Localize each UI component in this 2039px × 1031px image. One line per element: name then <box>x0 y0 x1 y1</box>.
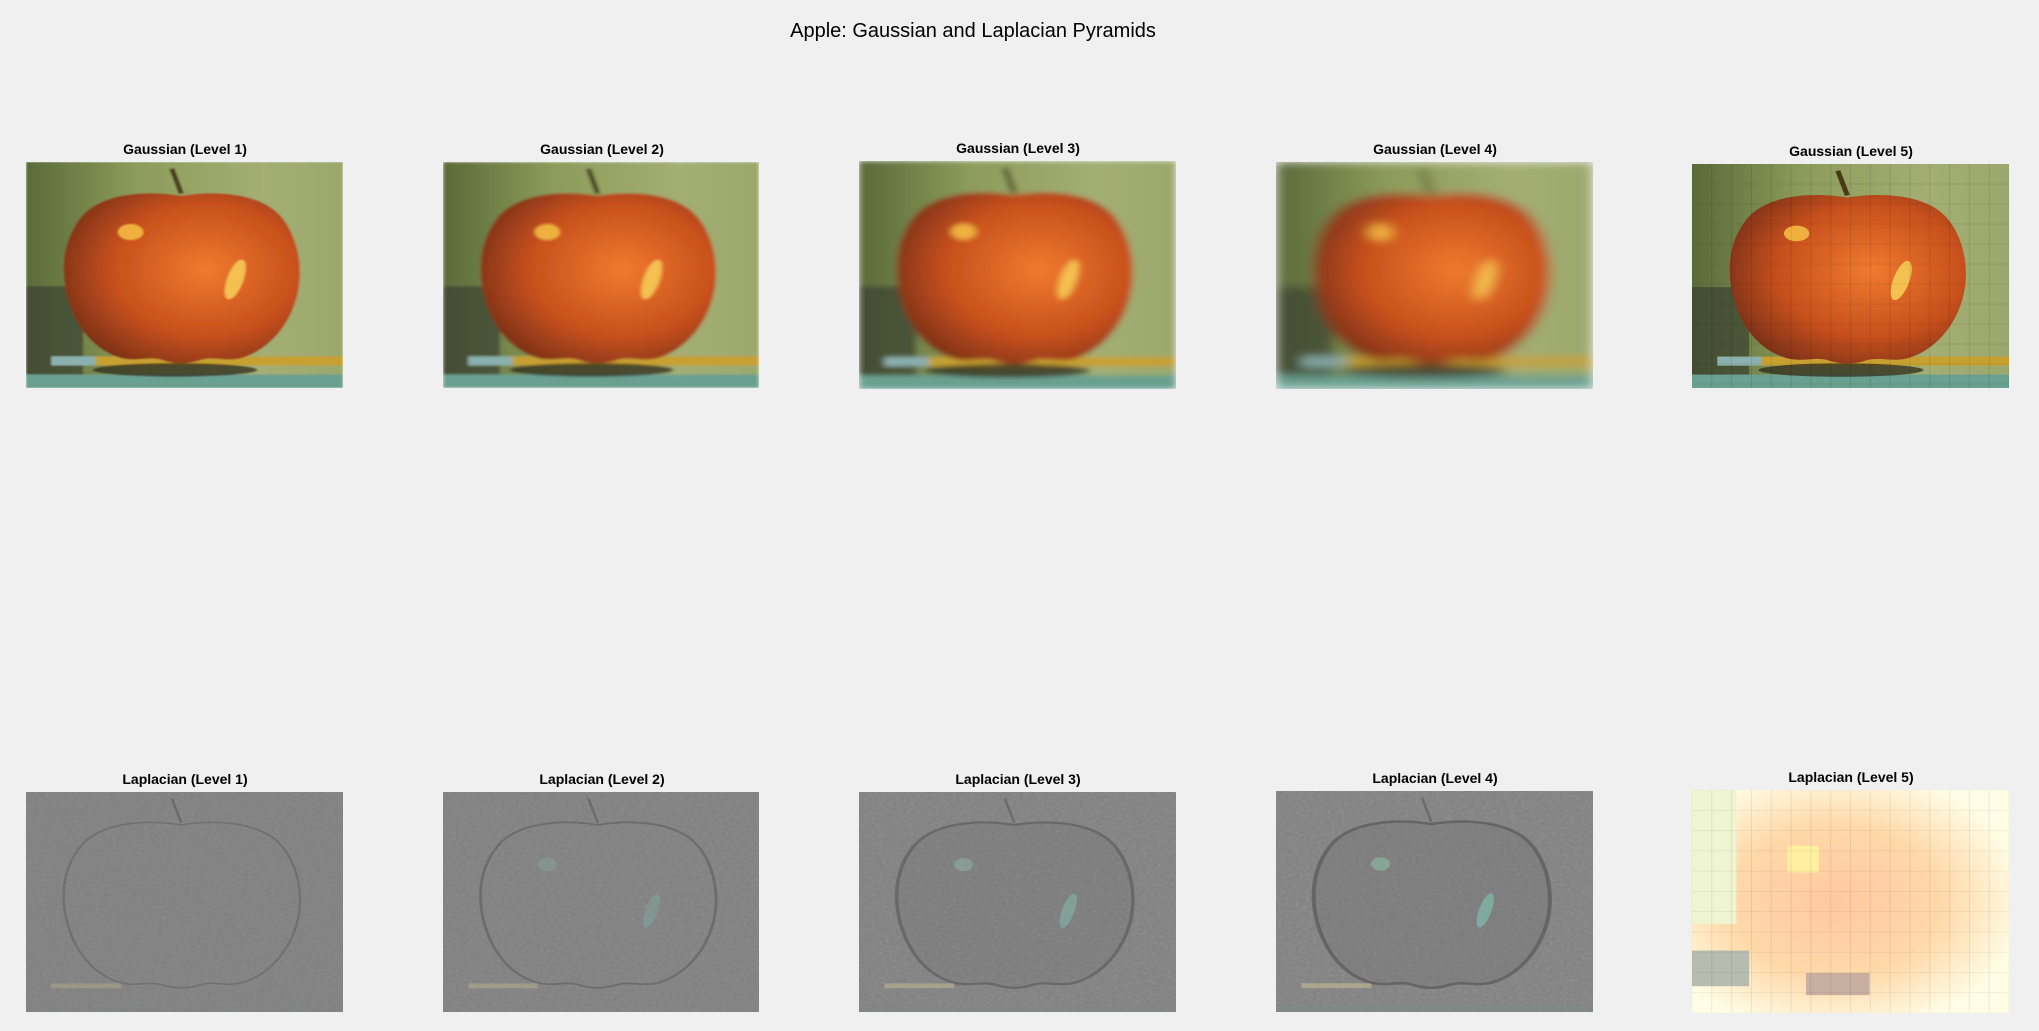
laplacian-image-2 <box>443 792 759 1012</box>
panel-title: Gaussian (Level 2) <box>540 141 664 157</box>
panel-title: Laplacian (Level 1) <box>122 771 248 787</box>
gaussian-panel-3: Gaussian (Level 3) <box>859 140 1177 390</box>
gaussian-panel-2: Gaussian (Level 2) <box>443 141 761 389</box>
panel-title: Gaussian (Level 5) <box>1789 143 1913 159</box>
panel-title: Gaussian (Level 3) <box>956 140 1080 156</box>
gaussian-panel-1: Gaussian (Level 1) <box>26 141 344 389</box>
panel-title: Gaussian (Level 1) <box>123 141 247 157</box>
laplacian-image-5 <box>1692 790 2009 1013</box>
gaussian-image-2 <box>443 162 759 388</box>
panel-title: Laplacian (Level 2) <box>539 771 665 787</box>
laplacian-panel-4: Laplacian (Level 4) <box>1276 770 1594 1013</box>
laplacian-panel-3: Laplacian (Level 3) <box>859 771 1177 1013</box>
gaussian-panel-4: Gaussian (Level 4) <box>1276 141 1594 390</box>
gaussian-image-5 <box>1692 164 2009 388</box>
panel-title: Laplacian (Level 4) <box>1372 770 1498 786</box>
laplacian-panel-1: Laplacian (Level 1) <box>26 771 344 1013</box>
figure-title: Apple: Gaussian and Laplacian Pyramids <box>790 20 1156 42</box>
figure-window: Apple: Gaussian and Laplacian Pyramids G… <box>0 0 2039 1031</box>
laplacian-panel-5: Laplacian (Level 5) <box>1692 769 2010 1014</box>
gaussian-panel-5: Gaussian (Level 5) <box>1692 143 2010 389</box>
gaussian-image-1 <box>26 162 343 388</box>
laplacian-image-4 <box>1276 791 1593 1012</box>
panel-title: Laplacian (Level 5) <box>1788 769 1914 785</box>
gaussian-image-4 <box>1276 162 1593 389</box>
laplacian-panel-2: Laplacian (Level 2) <box>443 771 761 1013</box>
laplacian-image-3 <box>859 792 1176 1012</box>
panel-title: Gaussian (Level 4) <box>1373 141 1497 157</box>
laplacian-image-1 <box>26 792 343 1012</box>
panel-title: Laplacian (Level 3) <box>955 771 1081 787</box>
gaussian-image-3 <box>859 161 1176 389</box>
